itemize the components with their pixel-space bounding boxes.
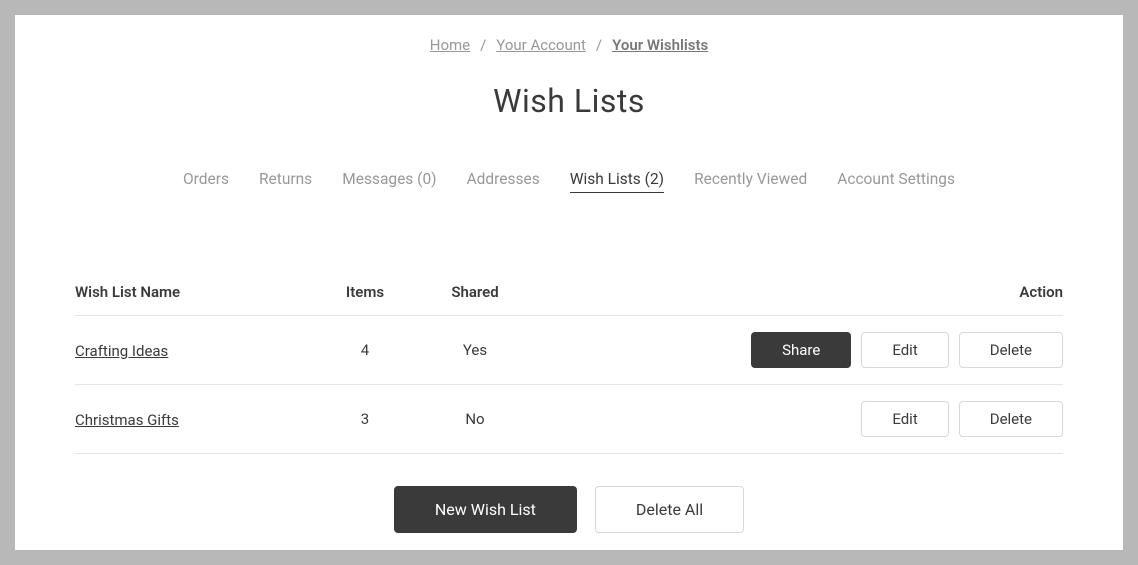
header-action: Action [535, 283, 1063, 301]
edit-button[interactable]: Edit [861, 401, 948, 437]
tabs: Orders Returns Messages (0) Addresses Wi… [75, 170, 1063, 193]
table-header: Wish List Name Items Shared Action [75, 283, 1063, 316]
tab-addresses[interactable]: Addresses [467, 170, 540, 193]
header-name: Wish List Name [75, 283, 315, 301]
page-title: Wish Lists [75, 82, 1063, 120]
wishlist-shared-status: No [415, 410, 535, 428]
table-row: Christmas Gifts 3 No Edit Delete [75, 385, 1063, 454]
breadcrumb-your-wishlists[interactable]: Your Wishlists [612, 36, 708, 54]
tab-orders[interactable]: Orders [183, 170, 229, 193]
bottom-actions: New Wish List Delete All [75, 486, 1063, 533]
breadcrumb-separator: / [596, 36, 602, 54]
tab-account-settings[interactable]: Account Settings [837, 170, 955, 193]
wishlist-items-count: 4 [315, 341, 415, 359]
wishlist-items-count: 3 [315, 410, 415, 428]
wishlist-name-link[interactable]: Christmas Gifts [75, 411, 179, 429]
wishlist-shared-status: Yes [415, 341, 535, 359]
delete-button[interactable]: Delete [959, 332, 1063, 368]
row-actions: Share Edit Delete [535, 332, 1063, 368]
wishlist-table: Wish List Name Items Shared Action Craft… [75, 283, 1063, 454]
breadcrumb: Home / Your Account / Your Wishlists [75, 35, 1063, 54]
header-items: Items [315, 283, 415, 301]
tab-recently-viewed[interactable]: Recently Viewed [694, 170, 807, 193]
breadcrumb-home[interactable]: Home [430, 36, 470, 54]
table-row: Crafting Ideas 4 Yes Share Edit Delete [75, 316, 1063, 385]
wishlist-name-link[interactable]: Crafting Ideas [75, 342, 168, 360]
delete-all-button[interactable]: Delete All [595, 486, 744, 533]
row-actions: Edit Delete [535, 401, 1063, 437]
tab-wish-lists[interactable]: Wish Lists (2) [570, 170, 664, 193]
new-wish-list-button[interactable]: New Wish List [394, 486, 577, 533]
breadcrumb-separator: / [480, 36, 486, 54]
delete-button[interactable]: Delete [959, 401, 1063, 437]
tab-messages[interactable]: Messages (0) [342, 170, 436, 193]
header-shared: Shared [415, 283, 535, 301]
tab-returns[interactable]: Returns [259, 170, 312, 193]
page-container: Home / Your Account / Your Wishlists Wis… [15, 15, 1123, 550]
edit-button[interactable]: Edit [861, 332, 948, 368]
breadcrumb-your-account[interactable]: Your Account [496, 36, 586, 54]
share-button[interactable]: Share [751, 332, 851, 368]
